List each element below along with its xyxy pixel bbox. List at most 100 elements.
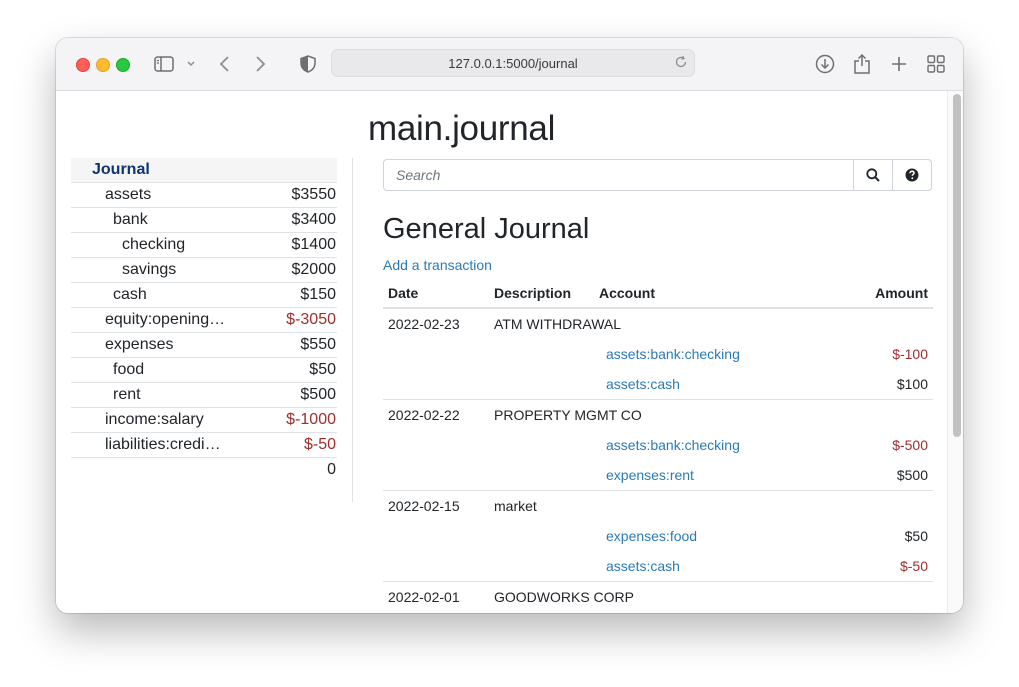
- posting-amount: $-50: [899, 558, 928, 574]
- search-help-button[interactable]: [893, 159, 932, 191]
- transaction-description: market: [494, 498, 537, 514]
- posting-account-link[interactable]: expenses:rent: [606, 467, 694, 483]
- posting-account-link[interactable]: assets:cash: [606, 376, 680, 392]
- forward-arrow-icon[interactable]: [250, 52, 270, 76]
- table-body: 2022-02-23 ATM WITHDRAWAL assets:bank:chec…: [383, 309, 933, 612]
- sidebar-account-name[interactable]: food: [71, 361, 144, 379]
- sidebar-account-amount: $3550: [291, 186, 337, 203]
- posting-row: expenses:food $50: [383, 521, 933, 551]
- posting-row: assets:bank:checking $-100: [383, 339, 933, 369]
- browser-window: 127.0.0.1:5000/journal main.journal Jour…: [56, 38, 963, 613]
- sidebar-toggle-icon[interactable]: [152, 52, 176, 76]
- posting-amount: $100: [896, 376, 928, 392]
- page-viewport: main.journal Journal assets $3550 bank $340…: [56, 91, 963, 613]
- transaction-date: 2022-02-22: [388, 407, 460, 423]
- sidebar-account-row[interactable]: cash $150: [71, 283, 337, 308]
- browser-toolbar: 127.0.0.1:5000/journal: [56, 38, 963, 91]
- scrollbar-thumb[interactable]: [953, 94, 961, 437]
- downloads-icon[interactable]: [814, 52, 836, 76]
- posting-row: expenses:rent $500: [383, 460, 933, 491]
- sidebar-account-row[interactable]: expenses $550: [71, 333, 337, 358]
- sidebar-account-row[interactable]: liabilities:credi… $-50: [71, 433, 337, 458]
- sidebar-account-name[interactable]: equity:opening…: [71, 311, 225, 329]
- sidebar-account-name[interactable]: assets: [71, 186, 151, 204]
- transaction-date: 2022-02-15: [388, 498, 460, 514]
- posting-row: assets:cash $-50: [383, 551, 933, 582]
- journal-heading: General Journal: [383, 213, 590, 245]
- accounts-list: assets $3550 bank $3400 checking $1400 savings…: [71, 183, 337, 458]
- transaction-row: 2022-02-22 PROPERTY MGMT CO: [383, 400, 933, 430]
- sidebar: Journal assets $3550 bank $3400 checking $140…: [71, 158, 337, 482]
- url-text: 127.0.0.1:5000/journal: [448, 55, 578, 71]
- transaction-date: 2022-02-01: [388, 589, 460, 605]
- chevron-down-icon[interactable]: [184, 52, 198, 76]
- sidebar-account-name[interactable]: savings: [71, 261, 176, 279]
- column-header-description[interactable]: Description: [494, 285, 571, 301]
- sidebar-account-amount: $-1000: [286, 411, 336, 428]
- posting-amount: $-500: [892, 437, 928, 453]
- sidebar-account-amount: $2000: [291, 261, 337, 278]
- transaction-description: GOODWORKS CORP: [494, 589, 635, 605]
- sidebar-account-amount: $1400: [291, 236, 337, 253]
- sidebar-account-name[interactable]: expenses: [71, 336, 174, 354]
- search-input[interactable]: [383, 159, 854, 191]
- sidebar-account-row[interactable]: equity:opening… $-3050: [71, 308, 337, 333]
- search-icon: [866, 168, 880, 182]
- sidebar-account-amount: $-50: [303, 436, 336, 453]
- scrollbar[interactable]: [947, 91, 963, 613]
- transaction-row: 2022-02-23 ATM WITHDRAWAL: [383, 309, 933, 339]
- sidebar-account-row[interactable]: rent $500: [71, 383, 337, 408]
- sidebar-account-amount: $3400: [291, 211, 337, 228]
- new-tab-plus-icon[interactable]: [888, 52, 910, 76]
- transaction-row: 2022-02-01 GOODWORKS CORP: [383, 582, 933, 612]
- sidebar-account-row[interactable]: checking $1400: [71, 233, 337, 258]
- posting-amount: $50: [904, 528, 928, 544]
- transaction-description: ATM WITHDRAWAL: [494, 316, 622, 332]
- search-form: [383, 159, 932, 191]
- sidebar-account-name[interactable]: checking: [71, 236, 185, 254]
- posting-account-link[interactable]: expenses:food: [606, 528, 697, 544]
- column-header-account[interactable]: Account: [599, 285, 655, 301]
- sidebar-journal-link[interactable]: Journal: [71, 158, 337, 183]
- close-window-button[interactable]: [76, 58, 90, 72]
- reload-icon[interactable]: [674, 55, 688, 72]
- sidebar-account-row[interactable]: income:salary $-1000: [71, 408, 337, 433]
- sidebar-account-row[interactable]: food $50: [71, 358, 337, 383]
- page-title: main.journal: [368, 109, 556, 148]
- posting-row: assets:cash $100: [383, 369, 933, 400]
- share-icon[interactable]: [851, 52, 873, 76]
- table-header: Date Description Account Amount: [383, 279, 933, 309]
- zoom-window-button[interactable]: [116, 58, 130, 72]
- sidebar-account-name[interactable]: cash: [71, 286, 147, 304]
- search-button[interactable]: [854, 159, 893, 191]
- privacy-shield-icon[interactable]: [298, 52, 318, 76]
- sidebar-account-amount: $150: [300, 286, 336, 303]
- sidebar-account-row[interactable]: assets $3550: [71, 183, 337, 208]
- posting-account-link[interactable]: assets:bank:checking: [606, 437, 740, 453]
- minimize-window-button[interactable]: [96, 58, 110, 72]
- posting-account-link[interactable]: assets:cash: [606, 558, 680, 574]
- transaction-row: 2022-02-15 market: [383, 491, 933, 521]
- sidebar-account-name[interactable]: rent: [71, 386, 141, 404]
- sidebar-header-label: Journal: [92, 161, 150, 178]
- column-header-date[interactable]: Date: [388, 285, 418, 301]
- transaction-date: 2022-02-23: [388, 316, 460, 332]
- sidebar-account-name[interactable]: liabilities:credi…: [71, 436, 221, 454]
- tab-overview-icon[interactable]: [925, 52, 947, 76]
- sidebar-account-row[interactable]: bank $3400: [71, 208, 337, 233]
- sidebar-total: 0: [71, 458, 337, 482]
- sidebar-total-amount: 0: [327, 461, 336, 478]
- posting-row: assets:bank:checking $-500: [383, 430, 933, 460]
- sidebar-account-amount: $-3050: [286, 311, 336, 328]
- sidebar-account-name[interactable]: bank: [71, 211, 148, 229]
- posting-amount: $-100: [892, 346, 928, 362]
- address-bar[interactable]: 127.0.0.1:5000/journal: [331, 49, 695, 77]
- add-transaction-link[interactable]: Add a transaction: [383, 257, 492, 273]
- sidebar-account-amount: $50: [309, 361, 336, 378]
- sidebar-account-row[interactable]: savings $2000: [71, 258, 337, 283]
- sidebar-account-name[interactable]: income:salary: [71, 411, 204, 429]
- column-header-amount[interactable]: Amount: [875, 285, 928, 301]
- back-arrow-icon[interactable]: [215, 52, 235, 76]
- posting-account-link[interactable]: assets:bank:checking: [606, 346, 740, 362]
- sidebar-account-amount: $500: [300, 386, 336, 403]
